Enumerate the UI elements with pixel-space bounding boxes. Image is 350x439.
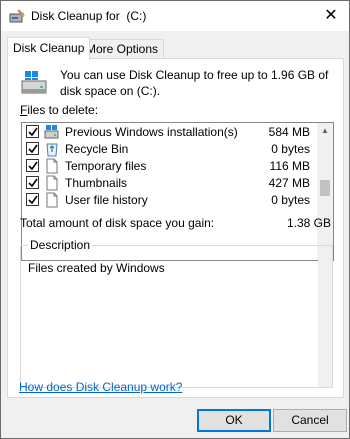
how-does-disk-cleanup-work-link[interactable]: How does Disk Cleanup work?: [19, 380, 182, 394]
scroll-thumb[interactable]: [320, 180, 330, 196]
check-icon: [28, 195, 38, 205]
description-title: Description: [28, 238, 93, 252]
check-icon: [28, 144, 38, 154]
file-category-label: Temporary files: [65, 159, 147, 173]
tab-disk-cleanup[interactable]: Disk Cleanup: [7, 37, 91, 60]
info-text: You can use Disk Cleanup to free up to 1…: [60, 68, 329, 98]
description-group: Description Files created by Windows: [20, 238, 333, 388]
file-category-label: User file history: [65, 193, 148, 207]
file-category-label: Previous Windows installation(s): [65, 125, 238, 139]
close-icon: ✕: [324, 7, 338, 24]
check-icon: [28, 178, 38, 188]
tab-more-options[interactable]: More Options: [80, 39, 165, 59]
close-button[interactable]: ✕: [321, 6, 341, 26]
file-category-size: 116 MB: [269, 159, 310, 173]
checkbox[interactable]: [26, 142, 39, 155]
check-icon: [28, 127, 38, 137]
description-text: Files created by Windows: [28, 261, 165, 275]
file-icon: [46, 158, 58, 174]
total-space-label: Total amount of disk space you gain:: [20, 216, 215, 230]
file-category-label: Thumbnails: [65, 176, 128, 190]
list-item[interactable]: Recycle Bin 0 bytes: [22, 140, 318, 157]
list-scrollbar[interactable]: ▲ ▼: [317, 123, 333, 260]
disk-cleanup-icon: [9, 9, 25, 23]
checkbox[interactable]: [26, 176, 39, 189]
list-item[interactable]: Previous Windows installation(s) 584 MB: [22, 123, 318, 140]
disk-cleanup-window: Disk Cleanup for (C:) ✕ Disk Cleanup Mor…: [0, 0, 350, 439]
windows-installation-icon: [44, 125, 59, 139]
list-item[interactable]: User file history 0 bytes: [22, 191, 318, 208]
file-category-size: 0 bytes: [271, 142, 310, 156]
scroll-up-arrow-icon[interactable]: ▲: [317, 123, 333, 139]
file-icon: [46, 175, 58, 191]
files-label-rest: iles to delete:: [27, 103, 99, 117]
list-item[interactable]: Thumbnails 427 MB: [22, 174, 318, 191]
file-category-label: Recycle Bin: [65, 142, 129, 156]
ok-button[interactable]: OK: [197, 409, 271, 432]
list-item[interactable]: Temporary files 116 MB: [22, 157, 318, 174]
disk-cleanup-panel: You can use Disk Cleanup to free up to 1…: [7, 58, 344, 398]
window-title: Disk Cleanup for (C:): [31, 9, 147, 23]
cancel-button[interactable]: Cancel: [273, 409, 347, 432]
file-category-size: 427 MB: [268, 176, 310, 190]
drive-icon: [21, 71, 47, 94]
file-icon: [46, 192, 58, 208]
recycle-bin-icon: [46, 143, 58, 157]
description-scrollbar[interactable]: [318, 246, 332, 387]
check-icon: [28, 161, 38, 171]
file-category-size: 0 bytes: [271, 193, 310, 207]
checkbox[interactable]: [26, 125, 39, 138]
checkbox[interactable]: [26, 159, 39, 172]
total-space-value: 1.38 GB: [286, 216, 331, 230]
file-category-size: 584 MB: [268, 125, 310, 139]
checkbox[interactable]: [26, 193, 39, 206]
title-bar[interactable]: Disk Cleanup for (C:) ✕: [1, 1, 349, 31]
files-to-delete-label: Files to delete:: [20, 103, 98, 117]
